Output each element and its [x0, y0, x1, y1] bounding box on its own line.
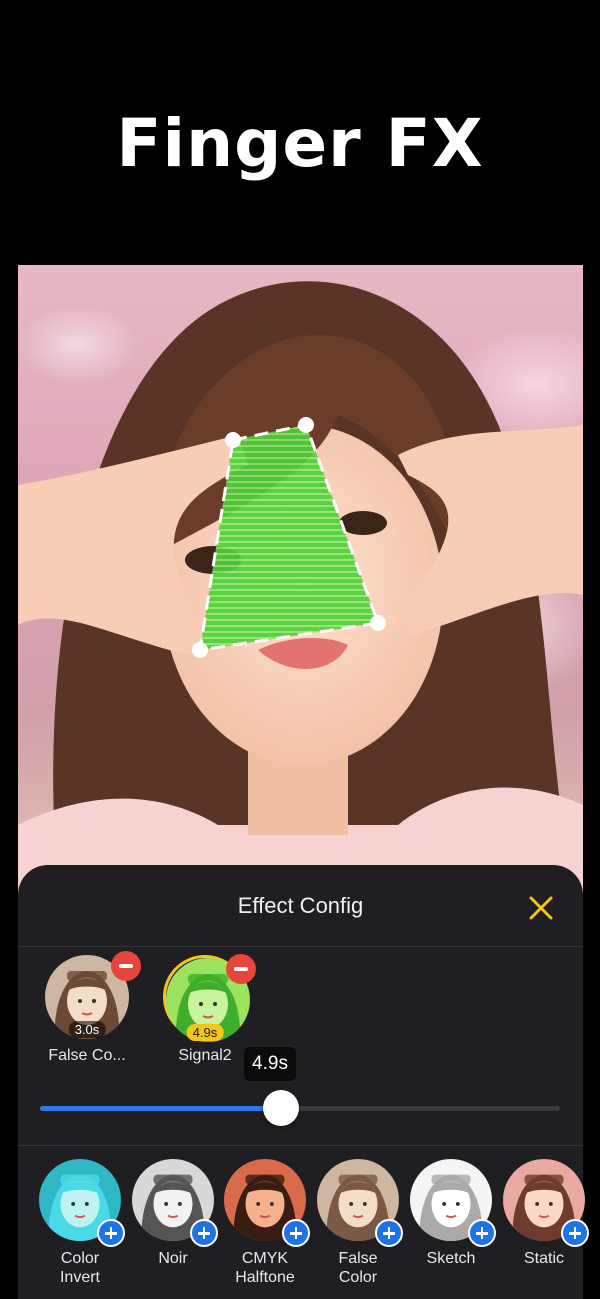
active-effect-item[interactable]: 4.9s Signal2 — [150, 954, 260, 1065]
active-effects-list: 3.0s False Co... 4.9s Signal2 — [18, 951, 583, 1065]
add-effect-icon[interactable] — [190, 1219, 218, 1247]
effect-label: Color Invert — [59, 1250, 100, 1286]
portrait-illustration — [18, 281, 583, 905]
page-headline: Finger FX — [116, 105, 484, 182]
effect-thumbnail[interactable] — [317, 1159, 403, 1247]
remove-effect-icon[interactable] — [111, 951, 141, 981]
effect-library-item[interactable]: Static — [498, 1159, 590, 1268]
effect-library-item[interactable]: Color Invert — [34, 1159, 126, 1287]
add-effect-icon[interactable] — [468, 1219, 496, 1247]
effect-thumbnail[interactable] — [132, 1159, 218, 1247]
slider-handle[interactable] — [262, 1090, 299, 1126]
effect-library-item[interactable]: Noir — [127, 1159, 219, 1268]
duration-badge: 3.0s — [68, 1021, 106, 1038]
effect-library-item[interactable]: CMYK Halftone — [219, 1159, 311, 1287]
effect-label: Noir — [158, 1250, 188, 1267]
divider — [18, 1145, 583, 1146]
active-effect-item[interactable]: 3.0s False Co... — [32, 951, 142, 1065]
panel-title: Effect Config — [237, 893, 364, 918]
duration-slider[interactable] — [40, 1086, 560, 1126]
effect-thumbnail[interactable] — [39, 1159, 125, 1247]
effect-label: Static — [523, 1250, 564, 1267]
remove-effect-icon[interactable] — [226, 954, 256, 984]
slider-value-tooltip: 4.9s — [244, 1047, 296, 1081]
duration-badge: 4.9s — [186, 1024, 224, 1041]
panel-header: Effect Config — [18, 865, 583, 947]
effect-label: Sketch — [426, 1250, 476, 1267]
add-effect-icon[interactable] — [375, 1219, 403, 1247]
effect-thumbnail[interactable]: 4.9s — [163, 954, 256, 1042]
close-icon[interactable] — [526, 893, 556, 923]
active-effect-label: False Co... — [48, 1047, 126, 1064]
preview-photo[interactable] — [18, 265, 583, 905]
effect-thumbnail[interactable] — [224, 1159, 310, 1247]
effect-label: CMYK Halftone — [235, 1250, 295, 1286]
add-effect-icon[interactable] — [561, 1219, 589, 1247]
effect-label: False Color — [338, 1250, 378, 1286]
add-effect-icon[interactable] — [97, 1219, 125, 1247]
effect-library-strip[interactable]: Color Invert Noir CMYK Halftone False Co… — [18, 1157, 600, 1297]
effect-thumbnail[interactable] — [410, 1159, 496, 1247]
effect-library-item[interactable]: False Color — [312, 1159, 404, 1287]
effect-config-panel: Effect Config 3.0s False Co... 4.9s Sign… — [18, 865, 589, 1299]
effect-thumbnail[interactable] — [503, 1159, 589, 1247]
effect-thumbnail[interactable]: 3.0s — [45, 951, 141, 1039]
add-effect-icon[interactable] — [282, 1219, 310, 1247]
slider-fill — [40, 1106, 269, 1111]
effect-library-item[interactable]: Sketch — [405, 1159, 497, 1268]
